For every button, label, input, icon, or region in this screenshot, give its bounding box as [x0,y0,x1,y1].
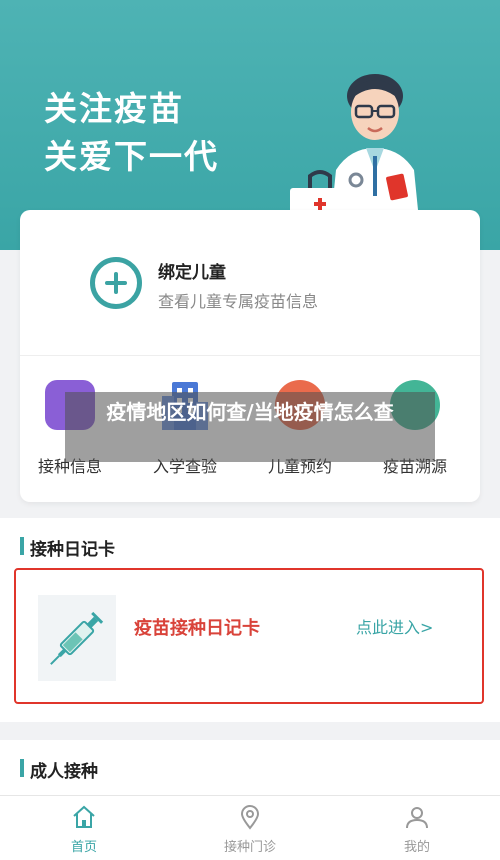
diary-section-title: 接种日记卡 [30,540,115,560]
bind-child-row[interactable]: 绑定儿童 查看儿童专属疫苗信息 [20,210,480,355]
divider [20,355,480,356]
tab-label: 我的 [403,840,430,855]
section-accent-bar [20,759,24,777]
diary-enter-link[interactable]: 点此进入> [356,614,433,638]
diary-card[interactable]: 疫苗接种日记卡 点此进入> [14,568,484,704]
adult-section: 成人接种 [0,740,500,800]
bind-child-title: 绑定儿童 [158,263,226,283]
syringe-thumbnail [38,595,116,681]
section-accent-bar [20,537,24,555]
overlay-caption: 疫情地区如何查/当地疫情怎么查 [65,392,435,462]
add-circle-icon [90,257,142,309]
syringe-icon [50,611,104,665]
bottom-tab-bar: 首页 接种门诊 我的 [0,795,500,860]
diary-card-label: 疫苗接种日记卡 [134,618,260,639]
tab-label: 接种门诊 [223,840,276,855]
diary-section: 接种日记卡 疫苗接种日记卡 点此进入> [0,518,500,722]
bind-child-subtitle: 查看儿童专属疫苗信息 [158,292,319,311]
overlay-title: 疫情地区如何查/当地疫情怎么查 [106,400,394,424]
tab-home[interactable]: 首页 [24,796,144,860]
hero-slogan-line2: 关爱下一代 [44,137,219,176]
doctor-illustration [290,74,420,230]
location-pin-icon [240,805,260,830]
hero-slogan-line1: 关注疫苗 [44,89,184,128]
home-icon [73,805,95,828]
user-icon [406,807,428,829]
tab-clinic[interactable]: 接种门诊 [190,796,310,860]
tab-label: 首页 [70,840,97,855]
tab-mine[interactable]: 我的 [357,796,477,860]
adult-section-title: 成人接种 [30,762,98,782]
